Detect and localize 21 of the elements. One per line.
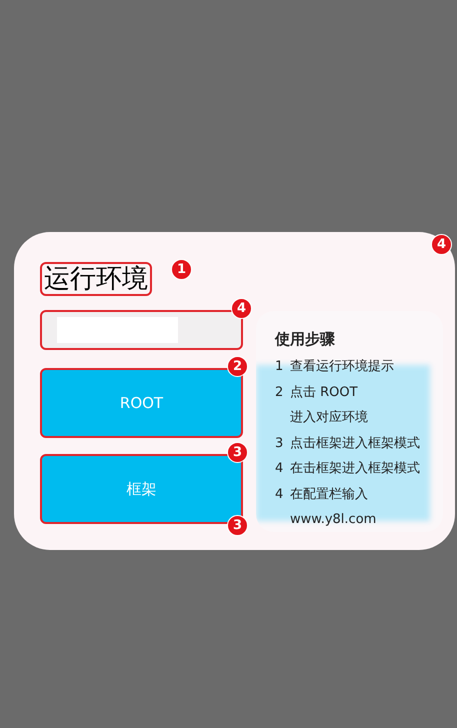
step-number: 3 xyxy=(275,434,284,452)
step-text: 点击 ROOT xyxy=(290,384,358,402)
step-number: 4 xyxy=(275,486,284,504)
step-text: 点击框架进入框架模式 xyxy=(290,434,420,452)
step-text: www.y8l.com xyxy=(290,511,376,529)
step-text: 在配置栏输入 xyxy=(290,486,368,504)
input-field[interactable] xyxy=(40,310,243,350)
number-badge: 2 xyxy=(227,356,248,377)
number-badge: 1 xyxy=(171,259,192,280)
number-badge: 3 xyxy=(227,442,248,463)
step-text: 查看运行环境提示 xyxy=(290,358,394,376)
step-number: 2 xyxy=(275,384,284,402)
step-text: 在击框架进入框架模式 xyxy=(290,460,420,478)
number-badge: 3 xyxy=(227,515,248,536)
step-number: 4 xyxy=(275,460,284,478)
steps-heading: 使用步骤 xyxy=(275,329,336,350)
step-text: 进入对应环境 xyxy=(290,409,368,427)
number-badge: 4 xyxy=(231,298,252,319)
annotation-box: 运行环境 xyxy=(40,262,152,296)
step-number: 1 xyxy=(275,358,284,376)
number-badge: 4 xyxy=(431,234,452,255)
